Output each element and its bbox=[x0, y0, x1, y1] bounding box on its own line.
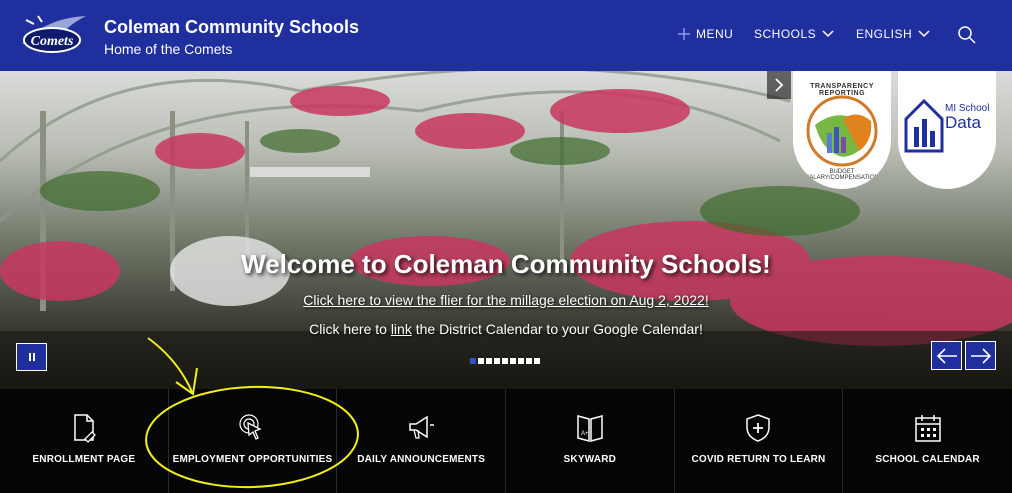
data-label: Data bbox=[945, 113, 981, 132]
menu-label: MENU bbox=[696, 27, 734, 41]
calendar-icon bbox=[914, 415, 941, 442]
quick-link-skyward[interactable]: A+ SKYWARD bbox=[506, 389, 675, 493]
slide-dot[interactable] bbox=[502, 358, 508, 364]
slide-dot[interactable] bbox=[526, 358, 532, 364]
slide-dot[interactable] bbox=[478, 358, 484, 364]
quick-link-employment[interactable]: EMPLOYMENT OPPORTUNITIES bbox=[169, 389, 338, 493]
language-label: ENGLISH bbox=[856, 27, 913, 41]
quick-link-label: SKYWARD bbox=[563, 454, 617, 465]
schools-dropdown[interactable]: SCHOOLS bbox=[754, 27, 834, 41]
calendar-instruction: Click here to link the District Calendar… bbox=[0, 321, 1012, 337]
slide-dot[interactable] bbox=[494, 358, 500, 364]
slide-dot[interactable] bbox=[518, 358, 524, 364]
slide-indicators bbox=[470, 358, 540, 364]
slide-dot[interactable] bbox=[534, 358, 540, 364]
quick-link-announcements[interactable]: DAILY ANNOUNCEMENTS bbox=[337, 389, 506, 493]
plus-icon bbox=[678, 28, 690, 40]
calendar-text-post: the District Calendar to your Google Cal… bbox=[411, 321, 703, 337]
welcome-heading: Welcome to Coleman Community Schools! bbox=[241, 249, 771, 279]
quick-link-label: SCHOOL CALENDAR bbox=[875, 454, 980, 465]
calendar-text-pre: Click here to bbox=[309, 321, 391, 337]
menu-button[interactable]: MENU bbox=[678, 27, 733, 41]
slide-dot[interactable] bbox=[486, 358, 492, 364]
mi-school-data-badge[interactable]: MI School Data bbox=[898, 71, 996, 189]
megaphone-icon bbox=[409, 415, 435, 439]
quick-link-enrollment[interactable]: ENROLLMENT PAGE bbox=[0, 389, 169, 493]
previous-slide-button[interactable] bbox=[931, 341, 962, 370]
transparency-subtitle: BUDGET SALARY/COMPENSATION bbox=[805, 169, 879, 181]
chevron-right-icon bbox=[775, 78, 784, 92]
quick-link-covid[interactable]: COVID RETURN TO LEARN bbox=[675, 389, 844, 493]
svg-text:A+: A+ bbox=[581, 431, 589, 437]
hero-slideshow: TRANSPARENCY REPORTING BUDGET SALARY/COM… bbox=[0, 71, 1012, 389]
comets-logo[interactable]: Comets bbox=[16, 10, 92, 60]
pause-button[interactable] bbox=[16, 343, 47, 371]
chevron-down-icon bbox=[918, 30, 930, 38]
arrow-right-icon bbox=[971, 348, 992, 364]
schools-label: SCHOOLS bbox=[754, 27, 817, 41]
millage-flier-link[interactable]: Click here to view the flier for the mil… bbox=[0, 292, 1012, 308]
arrow-left-icon bbox=[936, 348, 957, 364]
quick-links-bar: ENROLLMENT PAGE EMPLOYMENT OPPORTUNITIES… bbox=[0, 389, 1012, 493]
slide-dot[interactable] bbox=[470, 358, 476, 364]
school-name[interactable]: Coleman Community Schools bbox=[104, 17, 359, 38]
book-grade-icon: A+ bbox=[577, 415, 603, 442]
language-dropdown[interactable]: ENGLISH bbox=[856, 27, 930, 41]
slide-dot[interactable] bbox=[510, 358, 516, 364]
search-button[interactable] bbox=[952, 26, 976, 44]
quick-link-calendar[interactable]: SCHOOL CALENDAR bbox=[843, 389, 1012, 493]
quick-link-label: COVID RETURN TO LEARN bbox=[691, 454, 826, 465]
next-slide-button[interactable] bbox=[965, 341, 996, 370]
pointer-click-icon bbox=[239, 414, 263, 440]
school-tagline: Home of the Comets bbox=[104, 41, 233, 57]
quick-link-label: DAILY ANNOUNCEMENTS bbox=[357, 454, 486, 465]
shield-plus-icon bbox=[746, 414, 771, 442]
quick-link-label: EMPLOYMENT OPPORTUNITIES bbox=[172, 454, 333, 465]
document-edit-icon bbox=[74, 414, 96, 443]
logo-text: Comets bbox=[31, 34, 74, 49]
transparency-reporting-badge[interactable]: TRANSPARENCY REPORTING BUDGET SALARY/COM… bbox=[793, 71, 891, 189]
chevron-down-icon bbox=[822, 30, 834, 38]
google-calendar-link[interactable]: link bbox=[391, 321, 412, 337]
search-icon bbox=[958, 26, 976, 44]
site-header: Comets Coleman Community Schools Home of… bbox=[0, 0, 1012, 71]
quick-link-label: ENROLLMENT PAGE bbox=[32, 454, 136, 465]
panel-toggle-button[interactable] bbox=[767, 71, 791, 99]
